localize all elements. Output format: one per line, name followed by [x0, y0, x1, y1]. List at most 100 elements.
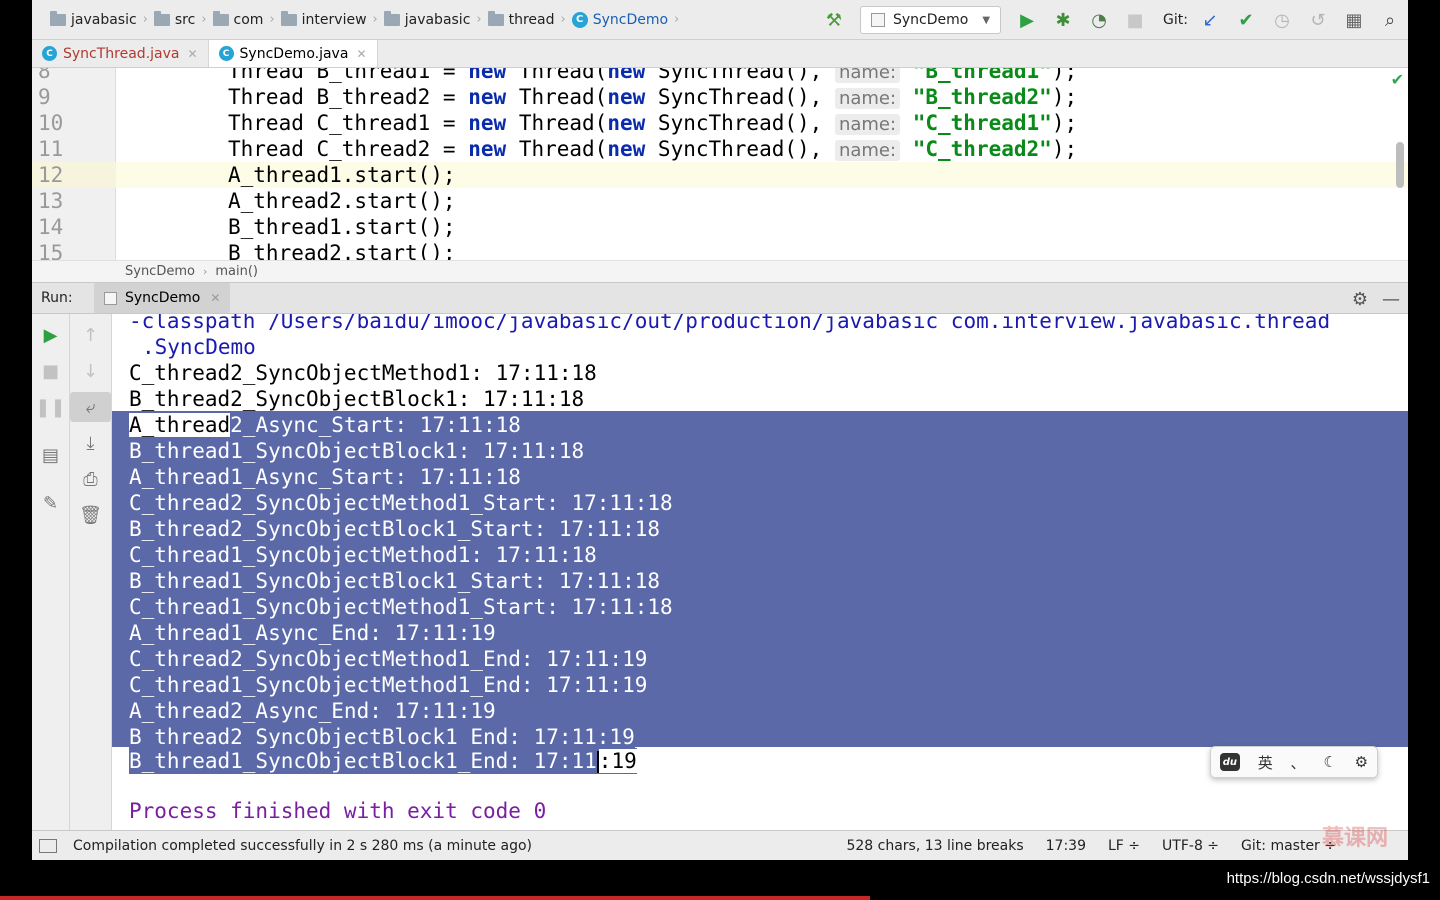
string-literal: "B_thread2": [912, 85, 1052, 109]
folder-icon: [280, 10, 297, 26]
breadcrumb-label: javabasic: [71, 11, 137, 28]
breadcrumb-label: SyncDemo: [592, 11, 669, 28]
search-icon[interactable]: ⌕: [1372, 0, 1408, 40]
code-statement: B_thread2.start();: [228, 241, 456, 260]
keyword-new: new: [468, 85, 507, 109]
editor-scrollbar[interactable]: [1396, 142, 1404, 188]
git-revert-icon[interactable]: ↺: [1300, 0, 1336, 40]
console-exit-line: Process finished with exit code 0: [129, 799, 547, 823]
breadcrumb-label: interview: [301, 11, 367, 28]
build-hammer-icon[interactable]: ⚒: [816, 0, 852, 40]
debug-bug-icon[interactable]: ✱: [1045, 0, 1081, 40]
tab-label: SyncDemo.java: [239, 45, 349, 62]
ime-gear-icon[interactable]: ⚙: [1355, 753, 1368, 771]
breadcrumb-item[interactable]: C SyncDemo: [566, 0, 674, 40]
arrow-up-icon[interactable]: ↑: [70, 320, 111, 350]
git-commit-check-icon[interactable]: ✔: [1228, 0, 1264, 40]
status-line-separator[interactable]: LF ÷: [1108, 838, 1140, 854]
minimize-icon[interactable]: —: [1382, 289, 1400, 310]
class-icon: C: [42, 46, 57, 61]
close-icon[interactable]: ✕: [187, 47, 197, 61]
run-icon[interactable]: ▶: [1009, 0, 1045, 40]
soft-wrap-icon[interactable]: ⤶: [70, 392, 111, 422]
line-number: 15: [38, 241, 64, 260]
breadcrumb-item[interactable]: javabasic: [378, 0, 477, 40]
stop-icon[interactable]: ■: [1117, 0, 1153, 40]
line-number: 13: [38, 189, 64, 213]
code-text: Thread C_thread2 = new Thread(new SyncTh…: [228, 136, 1077, 164]
code-token: Thread(: [518, 137, 608, 161]
video-progress-strip: [0, 896, 870, 900]
keyword-new: new: [607, 85, 646, 109]
project-structure-icon[interactable]: ▦: [1336, 0, 1372, 40]
status-indicators: 528 chars, 13 line breaks 17:39 LF ÷ UTF…: [846, 831, 1398, 860]
rerun-icon[interactable]: ▶: [32, 320, 69, 350]
line-number: 12: [32, 162, 116, 188]
console-line: B_thread1_SyncObjectBlock1_End: 17:11:19: [129, 748, 637, 774]
toolbar-actions: ⚒ SyncDemo ▼ ▶ ✱ ◔ ■ Git: ↙ ✔ ◷ ↺ ▦ ⌕: [816, 0, 1408, 40]
console-selected-text: B_thread1_SyncObjectBlock1_End: 17:11: [129, 749, 597, 773]
pin-icon[interactable]: ✎: [32, 488, 69, 518]
ime-language-toggle[interactable]: 英: [1258, 752, 1273, 773]
git-update-icon[interactable]: ↙: [1192, 0, 1228, 40]
code-text: Thread B_thread2 = new Thread(new SyncTh…: [228, 84, 1077, 112]
coverage-icon[interactable]: ◔: [1081, 0, 1117, 40]
close-icon[interactable]: ✕: [210, 291, 220, 305]
git-label: Git:: [1163, 12, 1188, 28]
code-editor[interactable]: 8 Thread B_thread1 = new Thread(new SyncT…: [32, 68, 1408, 260]
breadcrumb-item[interactable]: src: [148, 0, 201, 40]
gear-icon[interactable]: ⚙: [1352, 289, 1368, 310]
code-token: );: [1051, 137, 1078, 161]
run-config-icon: [104, 291, 117, 305]
breadcrumb-item[interactable]: com: [207, 0, 270, 40]
breadcrumb-item[interactable]: thread: [482, 0, 561, 40]
ime-punctuation-toggle[interactable]: 、: [1291, 752, 1306, 773]
status-encoding[interactable]: UTF-8 ÷: [1162, 838, 1219, 854]
code-breadcrumb-class[interactable]: SyncDemo: [125, 264, 195, 279]
tool-window-toggle-icon[interactable]: [39, 838, 57, 853]
stop-icon[interactable]: ■: [32, 356, 69, 386]
folder-icon: [487, 10, 504, 26]
breadcrumb-label: javabasic: [404, 11, 471, 28]
ime-moon-icon[interactable]: ☾: [1323, 753, 1336, 771]
ime-logo-icon[interactable]: du: [1219, 753, 1240, 771]
close-icon[interactable]: ✕: [356, 47, 366, 61]
run-config-dropdown[interactable]: SyncDemo ▼: [860, 6, 1002, 34]
run-tab-label: SyncDemo: [125, 290, 201, 306]
console-line: B_thread2_SyncObjectBlock1: 17:11:18: [129, 387, 585, 411]
run-toolbar-secondary: ↑ ↓ ⤶ ⤓ ⎙ 🗑: [70, 314, 112, 830]
pause-icon[interactable]: ❚❚: [32, 392, 69, 422]
code-token: );: [1051, 68, 1078, 83]
folder-icon: [50, 10, 66, 26]
code-line: 11 Thread C_thread2 = new Thread(new Sync…: [32, 136, 1408, 162]
breadcrumb-item[interactable]: javabasic: [44, 0, 143, 40]
code-line: 12 A_thread1.start();: [32, 162, 1408, 188]
code-text: A_thread1.start();: [228, 162, 456, 188]
print-icon[interactable]: ⎙: [70, 464, 111, 494]
run-config-label: SyncDemo: [893, 12, 969, 28]
ime-toolbar[interactable]: du 英 、 ☾ ⚙: [1210, 746, 1378, 778]
folder-icon: [153, 10, 170, 26]
status-position[interactable]: 17:39: [1046, 838, 1086, 854]
layout-icon[interactable]: ▤: [32, 440, 69, 470]
line-number: 14: [38, 215, 64, 239]
string-literal: "B_thread1": [912, 68, 1052, 83]
code-breadcrumb: SyncDemo › main(): [32, 260, 1408, 282]
code-token: Thread(: [518, 111, 608, 135]
arrow-down-icon[interactable]: ↓: [70, 356, 111, 386]
trash-icon[interactable]: 🗑: [70, 500, 111, 530]
tab-syncthread[interactable]: C SyncThread.java ✕: [32, 40, 209, 67]
code-text: B_thread1.start();: [228, 214, 456, 240]
run-tab-syncdemo[interactable]: SyncDemo ✕: [94, 283, 231, 313]
code-statement: A_thread1.start();: [228, 163, 456, 187]
line-number: 9: [38, 85, 51, 109]
breadcrumb-item[interactable]: interview: [275, 0, 373, 40]
code-token: Thread B_thread1 =: [228, 68, 469, 83]
code-breadcrumb-method[interactable]: main(): [215, 264, 258, 279]
tab-syncdemo[interactable]: C SyncDemo.java ✕: [208, 40, 378, 67]
scroll-to-end-icon[interactable]: ⤓: [70, 428, 111, 458]
keyword-new: new: [468, 68, 507, 83]
console-command-line: -classpath /Users/baidu/imooc/javabasic/…: [129, 314, 1331, 333]
keyword-new: new: [607, 111, 646, 135]
git-history-clock-icon[interactable]: ◷: [1264, 0, 1300, 40]
